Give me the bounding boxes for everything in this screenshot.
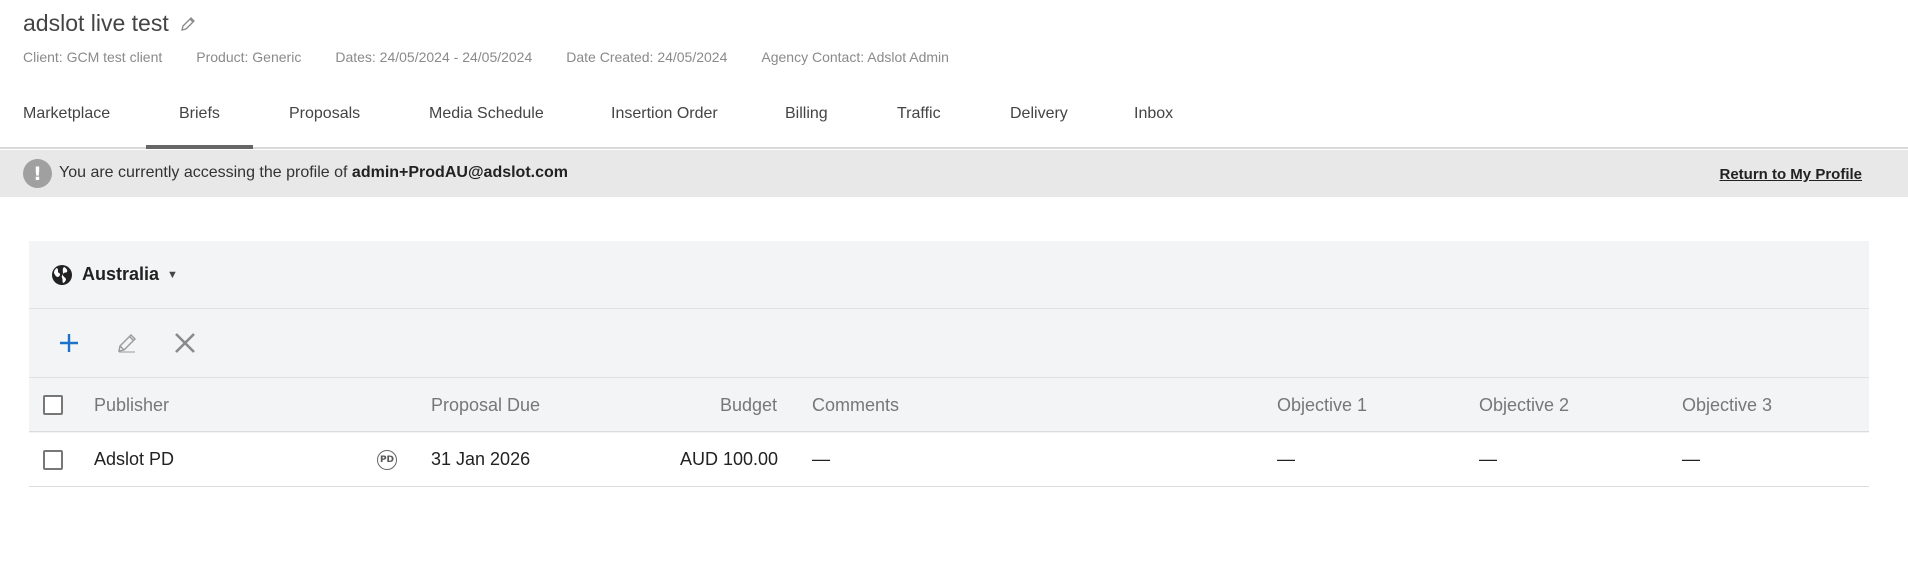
agency-contact-meta: Agency Contact: Adslot Admin	[761, 49, 949, 65]
add-button[interactable]	[53, 327, 85, 359]
column-budget[interactable]: Budget	[720, 395, 777, 416]
comments-cell: —	[812, 449, 830, 469]
tab-briefs[interactable]: Briefs	[146, 88, 253, 149]
banner-message: You are currently accessing the profile …	[59, 164, 568, 182]
globe-icon	[51, 264, 73, 286]
plus-icon	[60, 334, 78, 352]
exclamation-icon: !	[23, 159, 52, 188]
banner-email: admin+ProdAU@adslot.com	[351, 164, 568, 181]
pd-badge-icon: PD	[377, 450, 397, 470]
close-icon	[175, 333, 195, 353]
column-comments[interactable]: Comments	[812, 395, 899, 416]
column-objective-2[interactable]: Objective 2	[1479, 395, 1569, 416]
objective-3-cell: —	[1682, 449, 1700, 469]
edit-button[interactable]	[111, 327, 143, 359]
pencil-icon	[118, 334, 136, 353]
table-header: Publisher Proposal Due Budget Comments O…	[29, 378, 1869, 432]
column-proposal-due[interactable]: Proposal Due	[431, 395, 540, 416]
tab-inbox[interactable]: Inbox	[1134, 88, 1173, 149]
tab-billing[interactable]: Billing	[785, 88, 828, 149]
publisher-cell: Adslot PD	[94, 449, 175, 469]
dates-meta: Dates: 24/05/2024 - 24/05/2024	[335, 49, 533, 65]
impersonation-banner: ! You are currently accessing the profil…	[0, 150, 1908, 197]
tab-media-schedule[interactable]: Media Schedule	[429, 88, 544, 149]
objective-2-cell: —	[1479, 449, 1497, 469]
brief-toolbar	[29, 309, 1869, 378]
product-meta: Product: Generic	[196, 49, 302, 65]
client-meta: Client: GCM test client	[23, 49, 163, 65]
caret-down-icon: ▼	[167, 268, 178, 281]
tab-bar: Marketplace Briefs Proposals Media Sched…	[0, 88, 1908, 149]
delete-button[interactable]	[169, 327, 201, 359]
brief-meta: Client: GCM test client Product: Generic…	[23, 49, 983, 65]
edit-title-icon[interactable]	[179, 15, 197, 33]
return-to-profile-link[interactable]: Return to My Profile	[1719, 166, 1862, 183]
tab-proposals[interactable]: Proposals	[289, 88, 360, 149]
region-selector[interactable]: Australia ▼	[29, 241, 1869, 309]
banner-text: You are currently accessing the profile …	[59, 164, 348, 181]
tab-delivery[interactable]: Delivery	[1010, 88, 1068, 149]
objective-1-cell: —	[1277, 449, 1295, 469]
tab-marketplace[interactable]: Marketplace	[23, 88, 110, 149]
page-title: adslot live test	[23, 10, 169, 36]
column-objective-1[interactable]: Objective 1	[1277, 395, 1367, 416]
column-publisher[interactable]: Publisher	[94, 395, 169, 416]
tab-traffic[interactable]: Traffic	[897, 88, 941, 149]
select-all-checkbox[interactable]	[43, 395, 63, 415]
table-row[interactable]: Adslot PD PD 31 Jan 2026 AUD 100.00 — — …	[29, 433, 1869, 487]
region-label: Australia	[82, 264, 160, 284]
date-created-meta: Date Created: 24/05/2024	[566, 49, 728, 65]
column-objective-3[interactable]: Objective 3	[1682, 395, 1772, 416]
tab-insertion-order[interactable]: Insertion Order	[611, 88, 718, 149]
budget-cell: AUD 100.00	[680, 449, 779, 469]
proposal-due-cell: 31 Jan 2026	[431, 449, 531, 469]
brief-header: adslot live test	[23, 10, 197, 37]
row-checkbox[interactable]	[43, 450, 63, 470]
